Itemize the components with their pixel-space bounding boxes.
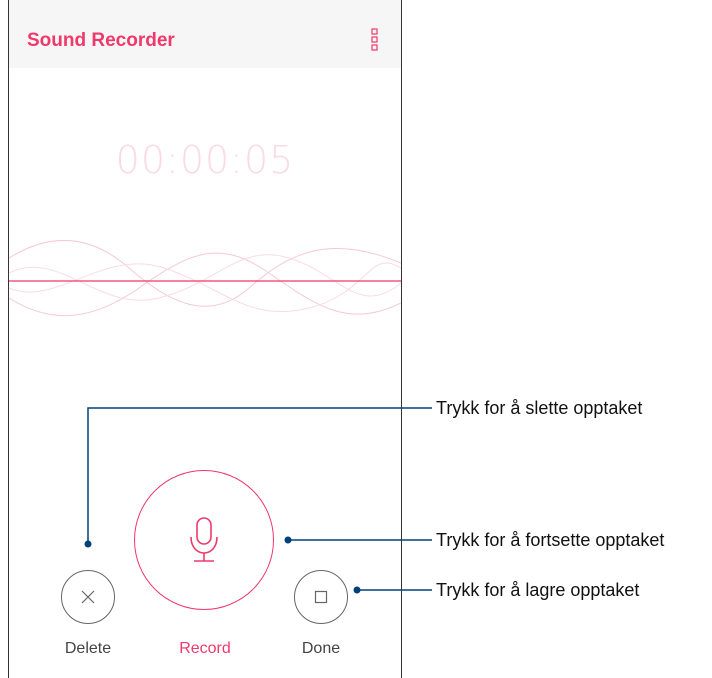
delete-label: Delete <box>64 640 112 657</box>
record-button[interactable] <box>134 470 274 610</box>
callout-delete-text: Trykk for å slette opptaket <box>436 398 643 418</box>
app-bar: Sound Recorder <box>9 0 401 68</box>
more-vertical-icon <box>371 28 378 51</box>
more-options-button[interactable] <box>365 26 385 56</box>
record-label: Record <box>179 640 231 657</box>
app-title: Sound Recorder <box>27 30 175 51</box>
stop-square-icon <box>314 590 328 604</box>
close-icon <box>81 590 95 604</box>
microphone-icon <box>190 517 218 562</box>
wave-curve-4 <box>9 262 401 313</box>
callout-done-text: Trykk for å lagre opptaket <box>436 580 640 600</box>
done-label: Done <box>301 640 341 657</box>
callout-record-text: Trykk for å fortsette opptaket <box>436 530 665 550</box>
elapsed-time: 00:00:05 <box>115 138 295 182</box>
done-button[interactable] <box>294 570 348 624</box>
waveform <box>9 239 401 317</box>
wave-curve-1 <box>9 239 401 307</box>
phone-screen: Sound Recorder 00:00:05 Delete Record Do… <box>8 0 402 678</box>
delete-button[interactable] <box>61 570 115 624</box>
